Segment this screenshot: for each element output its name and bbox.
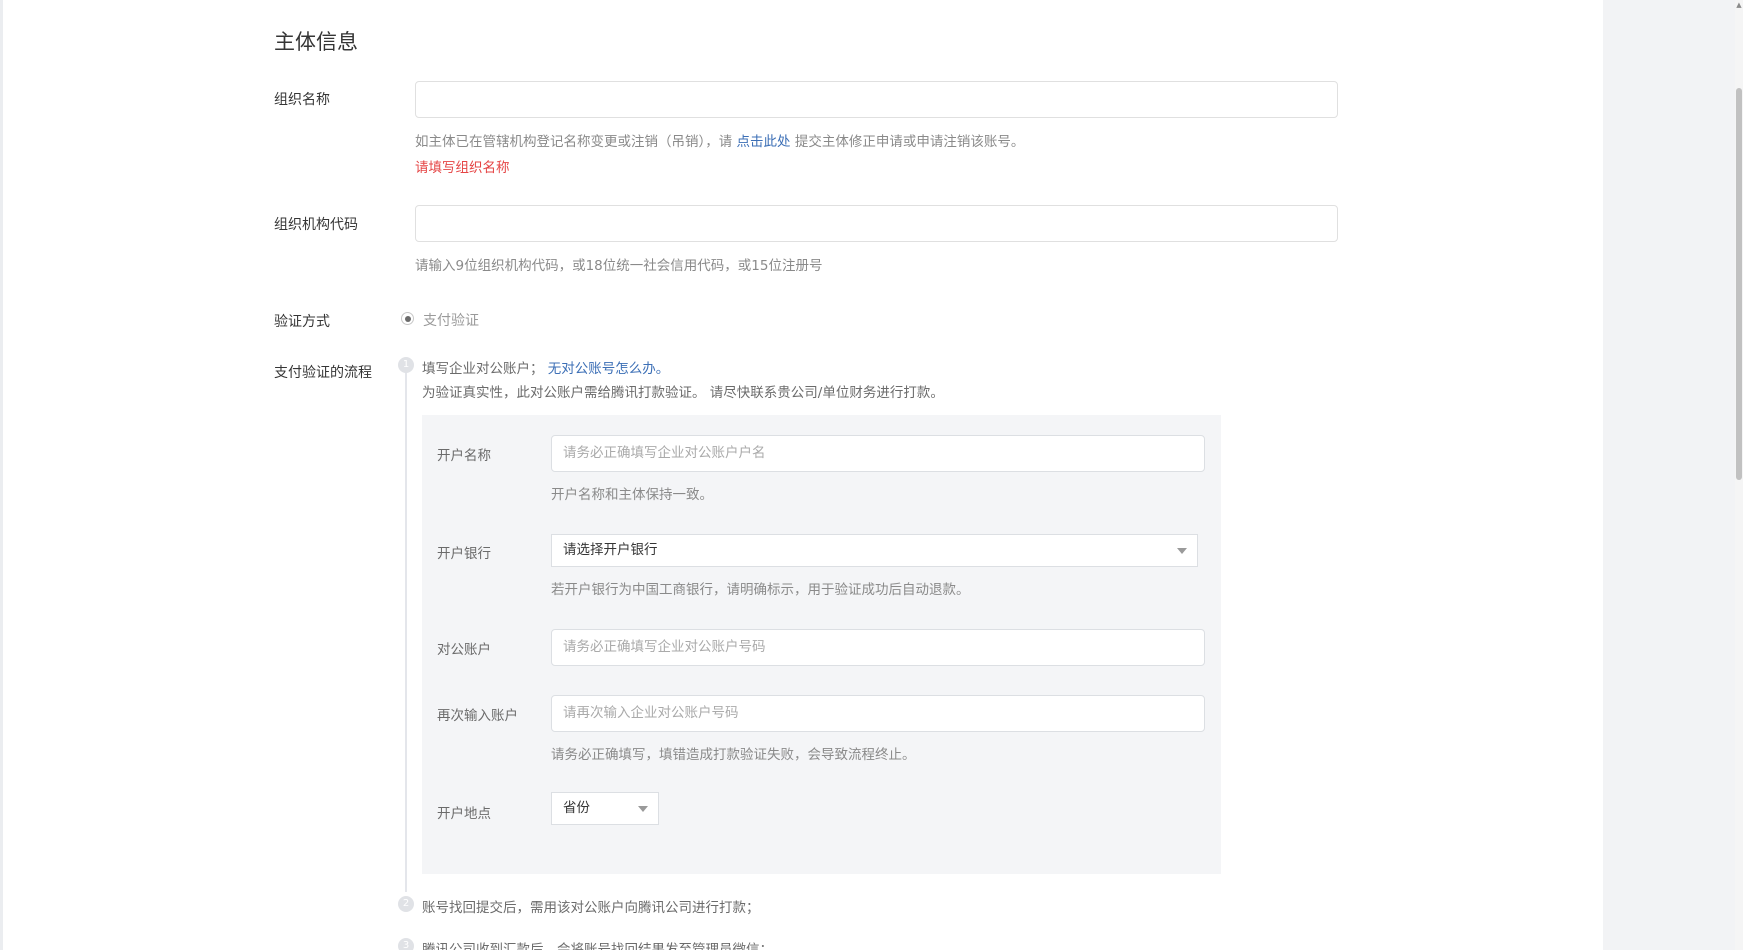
- org-code-input[interactable]: [415, 205, 1338, 242]
- org-name-hint-suffix: 提交主体修正申请或申请注销该账号。: [790, 134, 1025, 150]
- no-account-help-link[interactable]: 无对公账号怎么办。: [548, 361, 670, 377]
- province-select[interactable]: 省份: [551, 792, 659, 825]
- bank-hint: 若开户银行为中国工商银行，请明确标示，用于验证成功后自动退款。: [551, 582, 970, 598]
- account-input[interactable]: 请务必正确填写企业对公账户号码: [551, 629, 1205, 666]
- org-code-label: 组织机构代码: [274, 217, 358, 233]
- org-name-input[interactable]: [415, 81, 1338, 118]
- org-name-hint: 如主体已在管辖机构登记名称变更或注销（吊销），请 点击此处 提交主体修正申请或申…: [415, 130, 1024, 150]
- bank-select[interactable]: 请选择开户银行: [551, 534, 1198, 567]
- page-title: 主体信息: [274, 30, 358, 54]
- location-label: 开户地点: [437, 806, 491, 822]
- scrollbar[interactable]: ▲: [1735, 0, 1743, 950]
- org-name-label: 组织名称: [274, 92, 330, 108]
- account-name-label: 开户名称: [437, 448, 491, 464]
- step-3-badge: 3: [398, 938, 414, 950]
- step-1-label: 填写企业对公账户；: [422, 361, 544, 377]
- step-1-badge: 1: [398, 357, 414, 373]
- org-name-error: 请填写组织名称: [415, 160, 510, 176]
- chevron-down-icon: [638, 806, 648, 812]
- step-3-text: 腾讯公司收到汇款后，会将账号找回结果发至管理员微信；: [422, 942, 773, 950]
- account-label: 对公账户: [437, 642, 491, 658]
- account-name-hint: 开户名称和主体保持一致。: [551, 487, 713, 503]
- org-name-hint-prefix: 如主体已在管辖机构登记名称变更或注销（吊销），请: [415, 134, 737, 150]
- bank-select-value: 请选择开户银行: [563, 542, 658, 558]
- step-1-text: 填写企业对公账户； 无对公账号怎么办。: [422, 357, 669, 377]
- bank-label: 开户银行: [437, 546, 491, 562]
- step-2-badge: 2: [398, 896, 414, 912]
- pay-verify-radio[interactable]: [401, 312, 414, 325]
- main-page: 主体信息 组织名称 如主体已在管辖机构登记名称变更或注销（吊销），请 点击此处 …: [0, 0, 1603, 950]
- verify-method-label: 验证方式: [274, 314, 330, 330]
- org-code-hint: 请输入9位组织机构代码，或18位统一社会信用代码，或15位注册号: [415, 258, 823, 274]
- scrollbar-thumb[interactable]: [1736, 88, 1742, 480]
- pay-flow-label: 支付验证的流程: [274, 365, 372, 381]
- province-select-value: 省份: [563, 800, 590, 816]
- step-2-text: 账号找回提交后，需用该对公账户向腾讯公司进行打款；: [422, 900, 760, 916]
- pay-verify-radio-label[interactable]: 支付验证: [423, 310, 479, 330]
- step-1-desc: 为验证真实性，此对公账户需给腾讯打款验证。 请尽快联系贵公司/单位财务进行打款。: [422, 385, 944, 401]
- chevron-down-icon: [1177, 548, 1187, 554]
- account-confirm-hint: 请务必正确填写，填错造成打款验证失败，会导致流程终止。: [551, 747, 916, 763]
- modify-subject-link[interactable]: 点击此处: [737, 134, 791, 150]
- account-name-input[interactable]: 请务必正确填写企业对公账户户名: [551, 435, 1205, 472]
- right-gutter: [1603, 0, 1743, 950]
- account-confirm-input[interactable]: 请再次输入企业对公账户号码: [551, 695, 1205, 732]
- account-confirm-label: 再次输入账户: [437, 708, 518, 724]
- scroll-up-icon[interactable]: ▲: [1735, 0, 1743, 10]
- timeline-line: [405, 372, 407, 892]
